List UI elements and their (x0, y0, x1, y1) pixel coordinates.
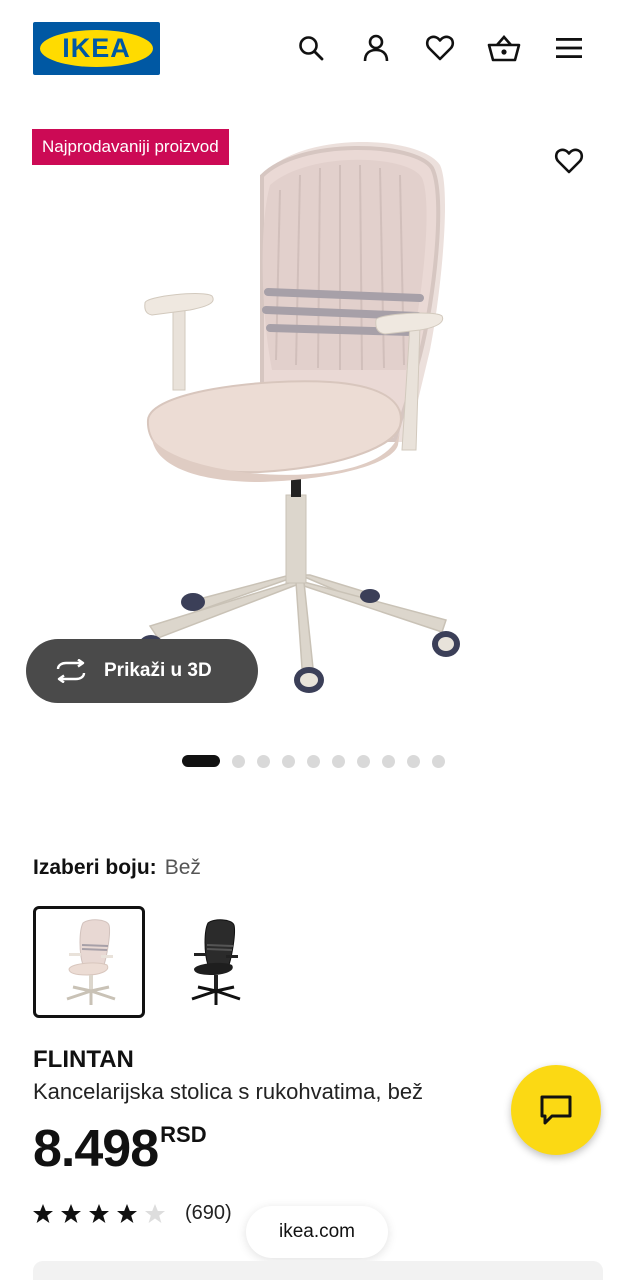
rotate-3d-icon (56, 659, 86, 683)
rating-stars[interactable] (32, 1203, 170, 1227)
bestseller-badge: Najprodavaniji proizvod (32, 129, 229, 165)
carousel-dot-active[interactable] (182, 755, 220, 767)
view-in-3d-button[interactable]: Prikaži u 3D (26, 639, 258, 703)
image-carousel-indicator[interactable] (182, 754, 445, 768)
review-count[interactable]: (690) (185, 1202, 232, 1225)
carousel-dot[interactable] (282, 754, 295, 768)
add-to-favourites-button[interactable] (548, 140, 590, 182)
browser-url-pill[interactable]: ikea.com (246, 1206, 388, 1258)
carousel-dot[interactable] (332, 754, 345, 768)
product-price: 8.498 RSD (33, 1120, 207, 1178)
basket-icon[interactable] (486, 30, 522, 66)
ikea-logo[interactable]: IKEA (33, 22, 160, 75)
color-label-key: Izaberi boju: (33, 856, 157, 879)
header: IKEA (0, 0, 634, 100)
price-amount: 8.498 (33, 1120, 159, 1178)
chair-black-thumbnail (191, 919, 241, 1005)
carousel-dot[interactable] (232, 754, 245, 768)
carousel-dot[interactable] (382, 754, 395, 768)
color-swatch-black[interactable] (158, 906, 270, 1018)
chair-beige-thumbnail (66, 919, 116, 1005)
search-icon[interactable] (293, 30, 329, 66)
color-swatch-beige[interactable] (33, 906, 145, 1018)
carousel-dot[interactable] (357, 754, 370, 768)
carousel-dot[interactable] (407, 754, 420, 768)
logo-text: IKEA (62, 33, 131, 63)
chat-button[interactable] (511, 1065, 601, 1155)
color-selection-label: Izaberi boju: Bež (33, 856, 201, 880)
carousel-dot[interactable] (307, 754, 320, 768)
heart-icon[interactable] (422, 30, 458, 66)
carousel-dot[interactable] (432, 754, 445, 768)
price-currency: RSD (160, 1122, 207, 1147)
heart-icon (554, 148, 584, 174)
product-name: FLINTAN (33, 1046, 134, 1073)
star-rating-icon (33, 1204, 165, 1223)
carousel-dot[interactable] (257, 754, 270, 768)
view-in-3d-label: Prikaži u 3D (104, 660, 212, 681)
color-selected-value: Bež (164, 856, 201, 879)
menu-icon[interactable] (551, 30, 587, 66)
chat-icon (540, 1095, 572, 1125)
add-to-bag-bar[interactable] (33, 1261, 603, 1280)
user-icon[interactable] (358, 30, 394, 66)
product-image-gallery[interactable]: Najprodavaniji proizvod Prikaži u 3D (0, 120, 634, 740)
product-description: Kancelarijska stolica s rukohvatima, bež (33, 1079, 424, 1104)
